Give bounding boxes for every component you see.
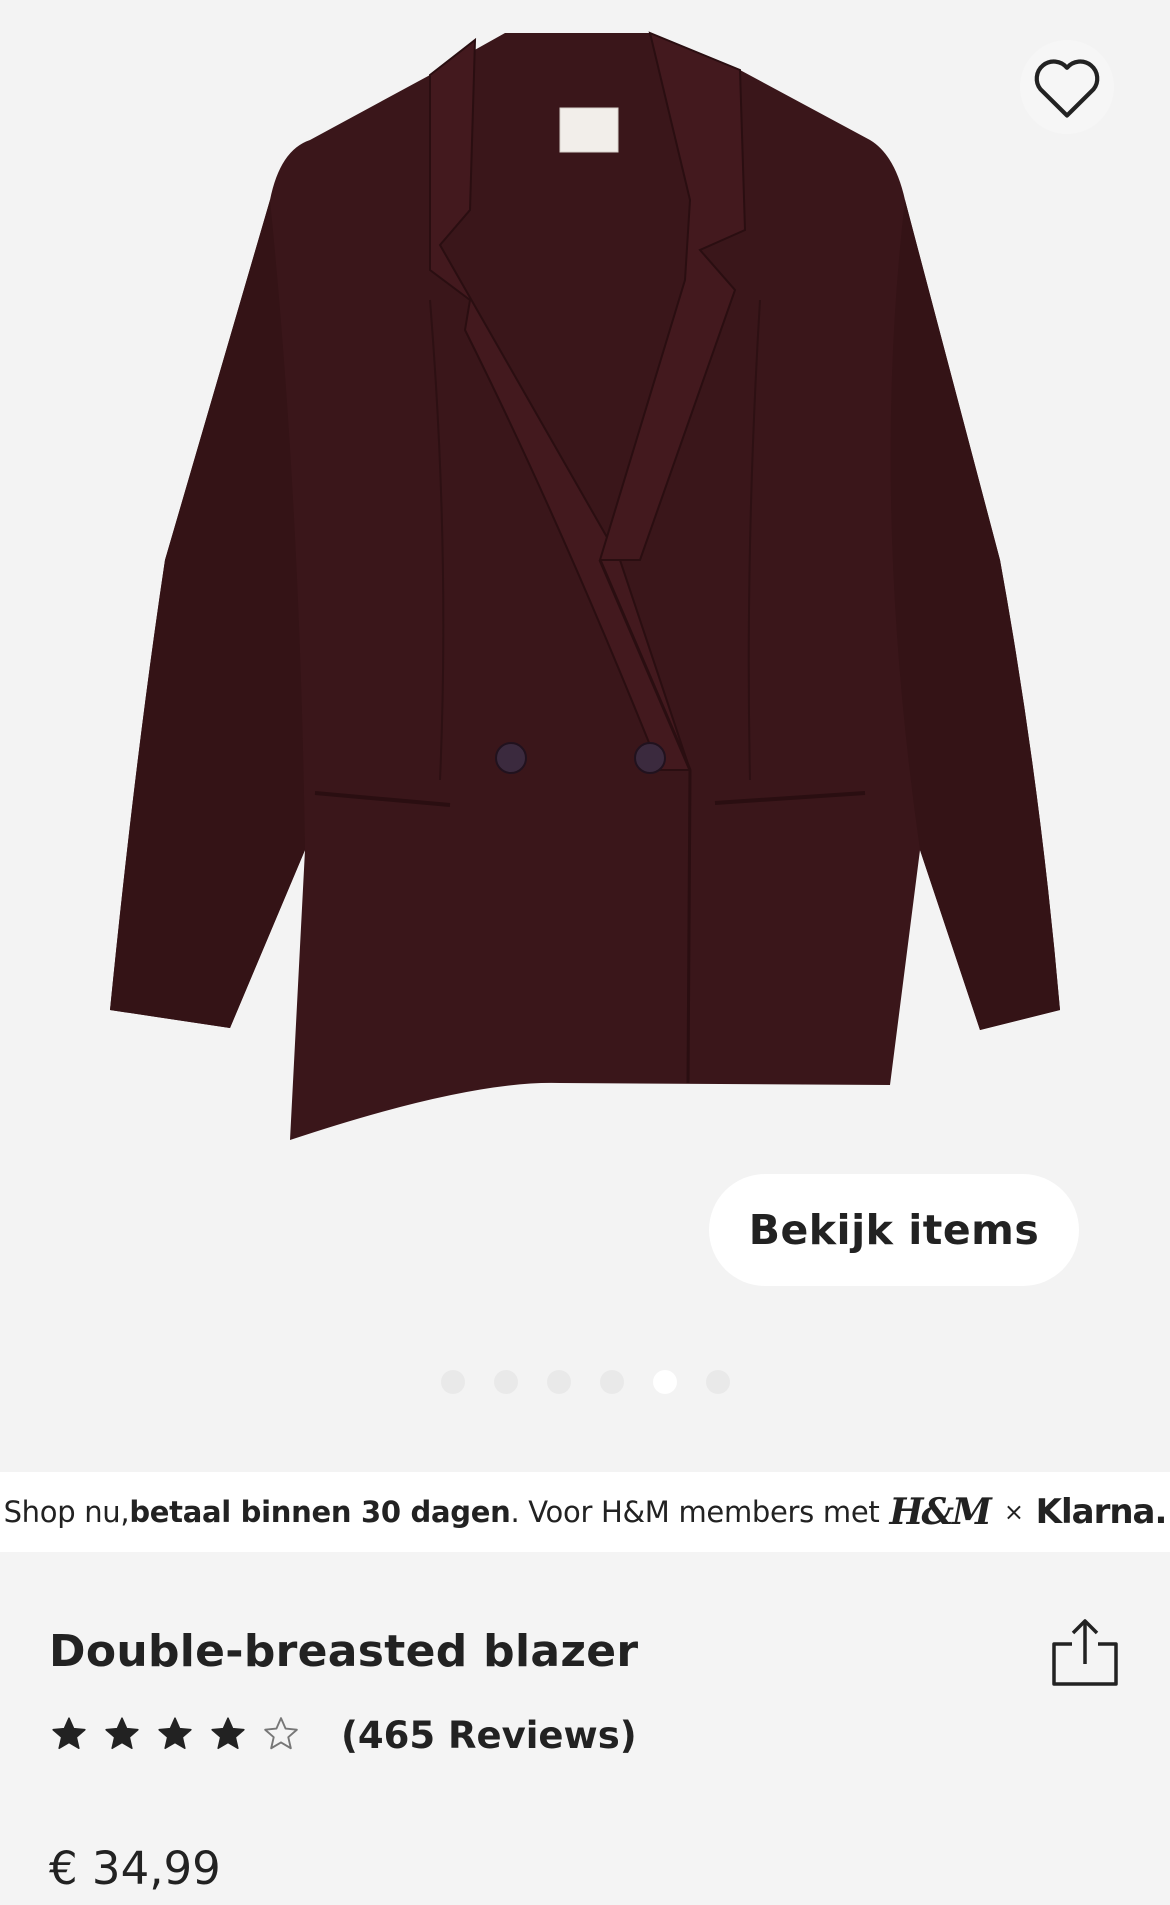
klarna-logo: Klarna. [1035,1492,1168,1532]
rating-row[interactable]: (465 Reviews) [50,1714,637,1757]
product-details: Double-breasted blazer (465 Reviews) € 3… [0,1552,1170,1905]
hm-logo: H&M [889,1491,991,1533]
review-count[interactable]: (465 Reviews) [341,1714,637,1757]
rating-stars [50,1715,315,1757]
klarna-text-end: . Voor H&M members met [510,1495,880,1529]
times-sign: × [1003,1498,1024,1526]
product-price: € 34,99 [49,1842,221,1895]
heart-outline-icon [1034,59,1100,118]
star-filled-icon [105,1716,139,1749]
button-right [634,742,666,774]
star-filled-icon [158,1716,192,1749]
share-button[interactable] [1046,1614,1124,1692]
product-image[interactable] [0,0,1170,1200]
carousel-dot[interactable] [546,1370,571,1394]
product-title: Double-breasted blazer [49,1626,639,1677]
share-icon [1052,1619,1118,1686]
view-items-button[interactable]: Bekijk items [709,1174,1079,1286]
klarna-text-start: Shop nu, [3,1495,130,1529]
carousel-dot[interactable] [705,1370,730,1394]
klarna-banner[interactable]: Shop nu, betaal binnen 30 dagen. Voor H&… [0,1472,1170,1552]
carousel-dot[interactable] [599,1370,624,1394]
star-filled-icon [211,1716,245,1749]
star-filled-icon [52,1716,86,1749]
favorite-button[interactable] [1020,40,1114,134]
button-left [495,742,527,774]
carousel-dot[interactable] [652,1370,677,1394]
klarna-text-bold: betaal binnen 30 dagen [129,1495,511,1529]
carousel-dot[interactable] [493,1370,518,1394]
product-hero: Bekijk items [0,0,1170,1472]
carousel-dots [0,1370,1170,1394]
star-empty-icon [264,1716,298,1749]
carousel-dot[interactable] [440,1370,465,1394]
